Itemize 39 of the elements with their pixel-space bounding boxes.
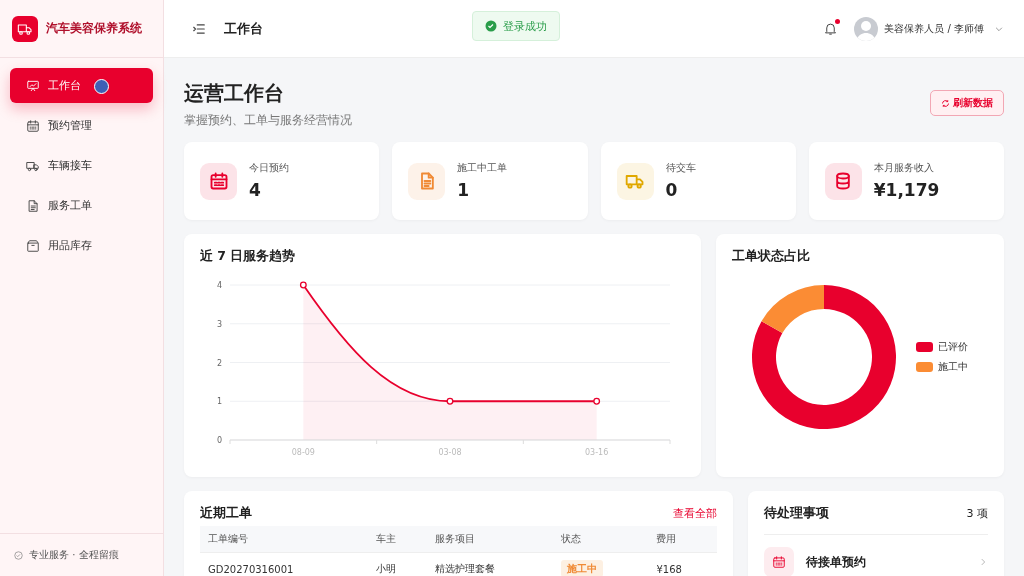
column-header: 车主 bbox=[367, 526, 428, 553]
table-cell: ¥168 bbox=[648, 552, 717, 576]
page-breadcrumb: 工作台 bbox=[224, 19, 263, 38]
axis-label: 0 bbox=[216, 436, 222, 445]
card-title: 待处理事项 bbox=[764, 505, 829, 522]
column-header: 状态 bbox=[552, 526, 649, 553]
column-header: 工单编号 bbox=[200, 526, 368, 553]
legend-label: 已评价 bbox=[938, 340, 968, 354]
page-subtitle: 掌握预约、工单与服务经营情况 bbox=[184, 113, 352, 128]
pending-count: 3 项 bbox=[966, 506, 988, 521]
stat-label: 施工中工单 bbox=[457, 162, 508, 175]
stat-label: 本月服务收入 bbox=[873, 162, 935, 175]
axis-label: 2 bbox=[216, 358, 222, 368]
axis-label: 4 bbox=[216, 281, 222, 290]
stat-value: ¥1,179 bbox=[873, 180, 940, 200]
page-title: 运营工作台 bbox=[184, 80, 285, 107]
card-title: 近期工单 bbox=[200, 505, 252, 522]
axis-label: 03-16 bbox=[585, 448, 609, 457]
axis-label: 03-08 bbox=[438, 448, 462, 457]
axis-label: 1 bbox=[216, 397, 222, 407]
table-cell: 精选护理套餐 bbox=[427, 552, 553, 576]
column-header: 服务项目 bbox=[427, 526, 553, 553]
sidebar-footer: 专业服务 · 全程留痕 bbox=[29, 548, 119, 562]
toast-message: 登录成功 bbox=[503, 18, 547, 34]
axis-label: 3 bbox=[216, 319, 222, 329]
stat-label: 今日预约 bbox=[249, 162, 289, 175]
stat-value: 4 bbox=[249, 180, 262, 200]
stat-value: 1 bbox=[457, 180, 471, 200]
stat-label: 待交车 bbox=[665, 162, 696, 175]
stat-value: 0 bbox=[665, 180, 679, 200]
table-cell: 小明 bbox=[367, 552, 428, 576]
card-title: 近 7 日服务趋势 bbox=[200, 248, 297, 265]
table-cell: GD20270316001 bbox=[200, 552, 368, 576]
axis-label: 08-09 bbox=[291, 448, 315, 457]
status-tag: 施工中 bbox=[560, 560, 603, 576]
column-header: 费用 bbox=[648, 526, 717, 553]
card-title: 工单状态占比 bbox=[732, 248, 811, 265]
brand-name: 汽车美容保养系统 bbox=[46, 20, 142, 37]
legend-label: 施工中 bbox=[938, 360, 968, 374]
